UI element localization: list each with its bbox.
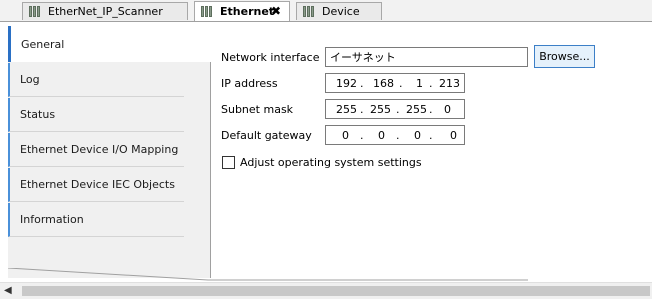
dot: . xyxy=(396,129,400,142)
dot: . xyxy=(360,103,364,116)
dot: . xyxy=(396,103,400,116)
default-gateway-label: Default gateway xyxy=(221,129,312,142)
ip-address-field[interactable]: 192 . 168 . 1 . 213 xyxy=(325,73,465,93)
scrollbar-thumb[interactable] xyxy=(22,286,650,296)
dot: . xyxy=(360,129,364,142)
nav-item-status[interactable]: Status xyxy=(8,98,184,132)
network-interface-label: Network interface xyxy=(221,51,320,64)
gateway-octet-1: 0 xyxy=(342,129,349,142)
browse-button-label: Browse... xyxy=(539,50,590,63)
dot: . xyxy=(429,77,433,90)
device-icon xyxy=(201,6,212,17)
close-icon[interactable]: ✖ xyxy=(271,4,281,18)
tab-label: Ethernet xyxy=(220,5,275,18)
scroll-left-icon[interactable]: ◀ xyxy=(4,285,18,297)
subnet-octet-2: 255 xyxy=(370,103,391,116)
nav-item-information[interactable]: Information xyxy=(8,203,184,237)
nav-item-label: Status xyxy=(20,108,56,121)
ip-octet-2: 168 xyxy=(373,77,394,90)
editor-tab-strip: EtherNet_IP_Scanner Ethernet ✖ Device xyxy=(0,0,652,22)
tab-label: Device xyxy=(322,5,360,18)
subnet-octet-1: 255 xyxy=(336,103,357,116)
adjust-os-settings-label: Adjust operating system settings xyxy=(240,156,422,169)
nav-item-label: Log xyxy=(20,73,40,86)
dot: . xyxy=(429,103,433,116)
network-interface-field[interactable]: イーサネット xyxy=(325,47,528,67)
settings-nav: General Log Status Ethernet Device I/O M… xyxy=(8,26,211,278)
horizontal-scrollbar[interactable]: ◀ xyxy=(0,282,652,299)
gateway-octet-4: 0 xyxy=(450,129,457,142)
default-gateway-field[interactable]: 0 . 0 . 0 . 0 xyxy=(325,125,465,145)
nav-item-io-mapping[interactable]: Ethernet Device I/O Mapping xyxy=(8,133,184,167)
subnet-octet-3: 255 xyxy=(406,103,427,116)
subnet-mask-field[interactable]: 255 . 255 . 255 . 0 xyxy=(325,99,465,119)
tab-ethernet-ip-scanner[interactable]: EtherNet_IP_Scanner xyxy=(22,2,188,20)
browse-button[interactable]: Browse... xyxy=(534,45,595,68)
gateway-octet-2: 0 xyxy=(378,129,385,142)
ip-octet-4: 213 xyxy=(439,77,460,90)
device-icon xyxy=(303,6,314,17)
nav-item-label: Ethernet Device I/O Mapping xyxy=(20,143,179,156)
tab-device[interactable]: Device xyxy=(296,2,382,20)
device-icon xyxy=(29,6,40,17)
panel-edge xyxy=(8,268,528,281)
ip-address-label: IP address xyxy=(221,77,278,90)
dot: . xyxy=(360,77,364,90)
nav-item-label: General xyxy=(21,37,65,51)
tab-ethernet[interactable]: Ethernet ✖ xyxy=(194,1,290,21)
nav-item-label: Ethernet Device IEC Objects xyxy=(20,178,175,191)
adjust-os-settings-checkbox[interactable] xyxy=(222,156,235,169)
nav-item-log[interactable]: Log xyxy=(8,63,184,97)
subnet-octet-4: 0 xyxy=(444,103,451,116)
tab-label: EtherNet_IP_Scanner xyxy=(48,5,163,18)
nav-item-label: Information xyxy=(20,213,84,226)
dot: . xyxy=(429,129,433,142)
network-interface-value: イーサネット xyxy=(330,51,396,64)
nav-item-general[interactable]: General xyxy=(8,26,211,62)
subnet-mask-label: Subnet mask xyxy=(221,103,294,116)
ip-octet-3: 1 xyxy=(416,77,423,90)
dot: . xyxy=(399,77,403,90)
ip-octet-1: 192 xyxy=(336,77,357,90)
gateway-octet-3: 0 xyxy=(414,129,421,142)
nav-item-iec-objects[interactable]: Ethernet Device IEC Objects xyxy=(8,168,184,202)
